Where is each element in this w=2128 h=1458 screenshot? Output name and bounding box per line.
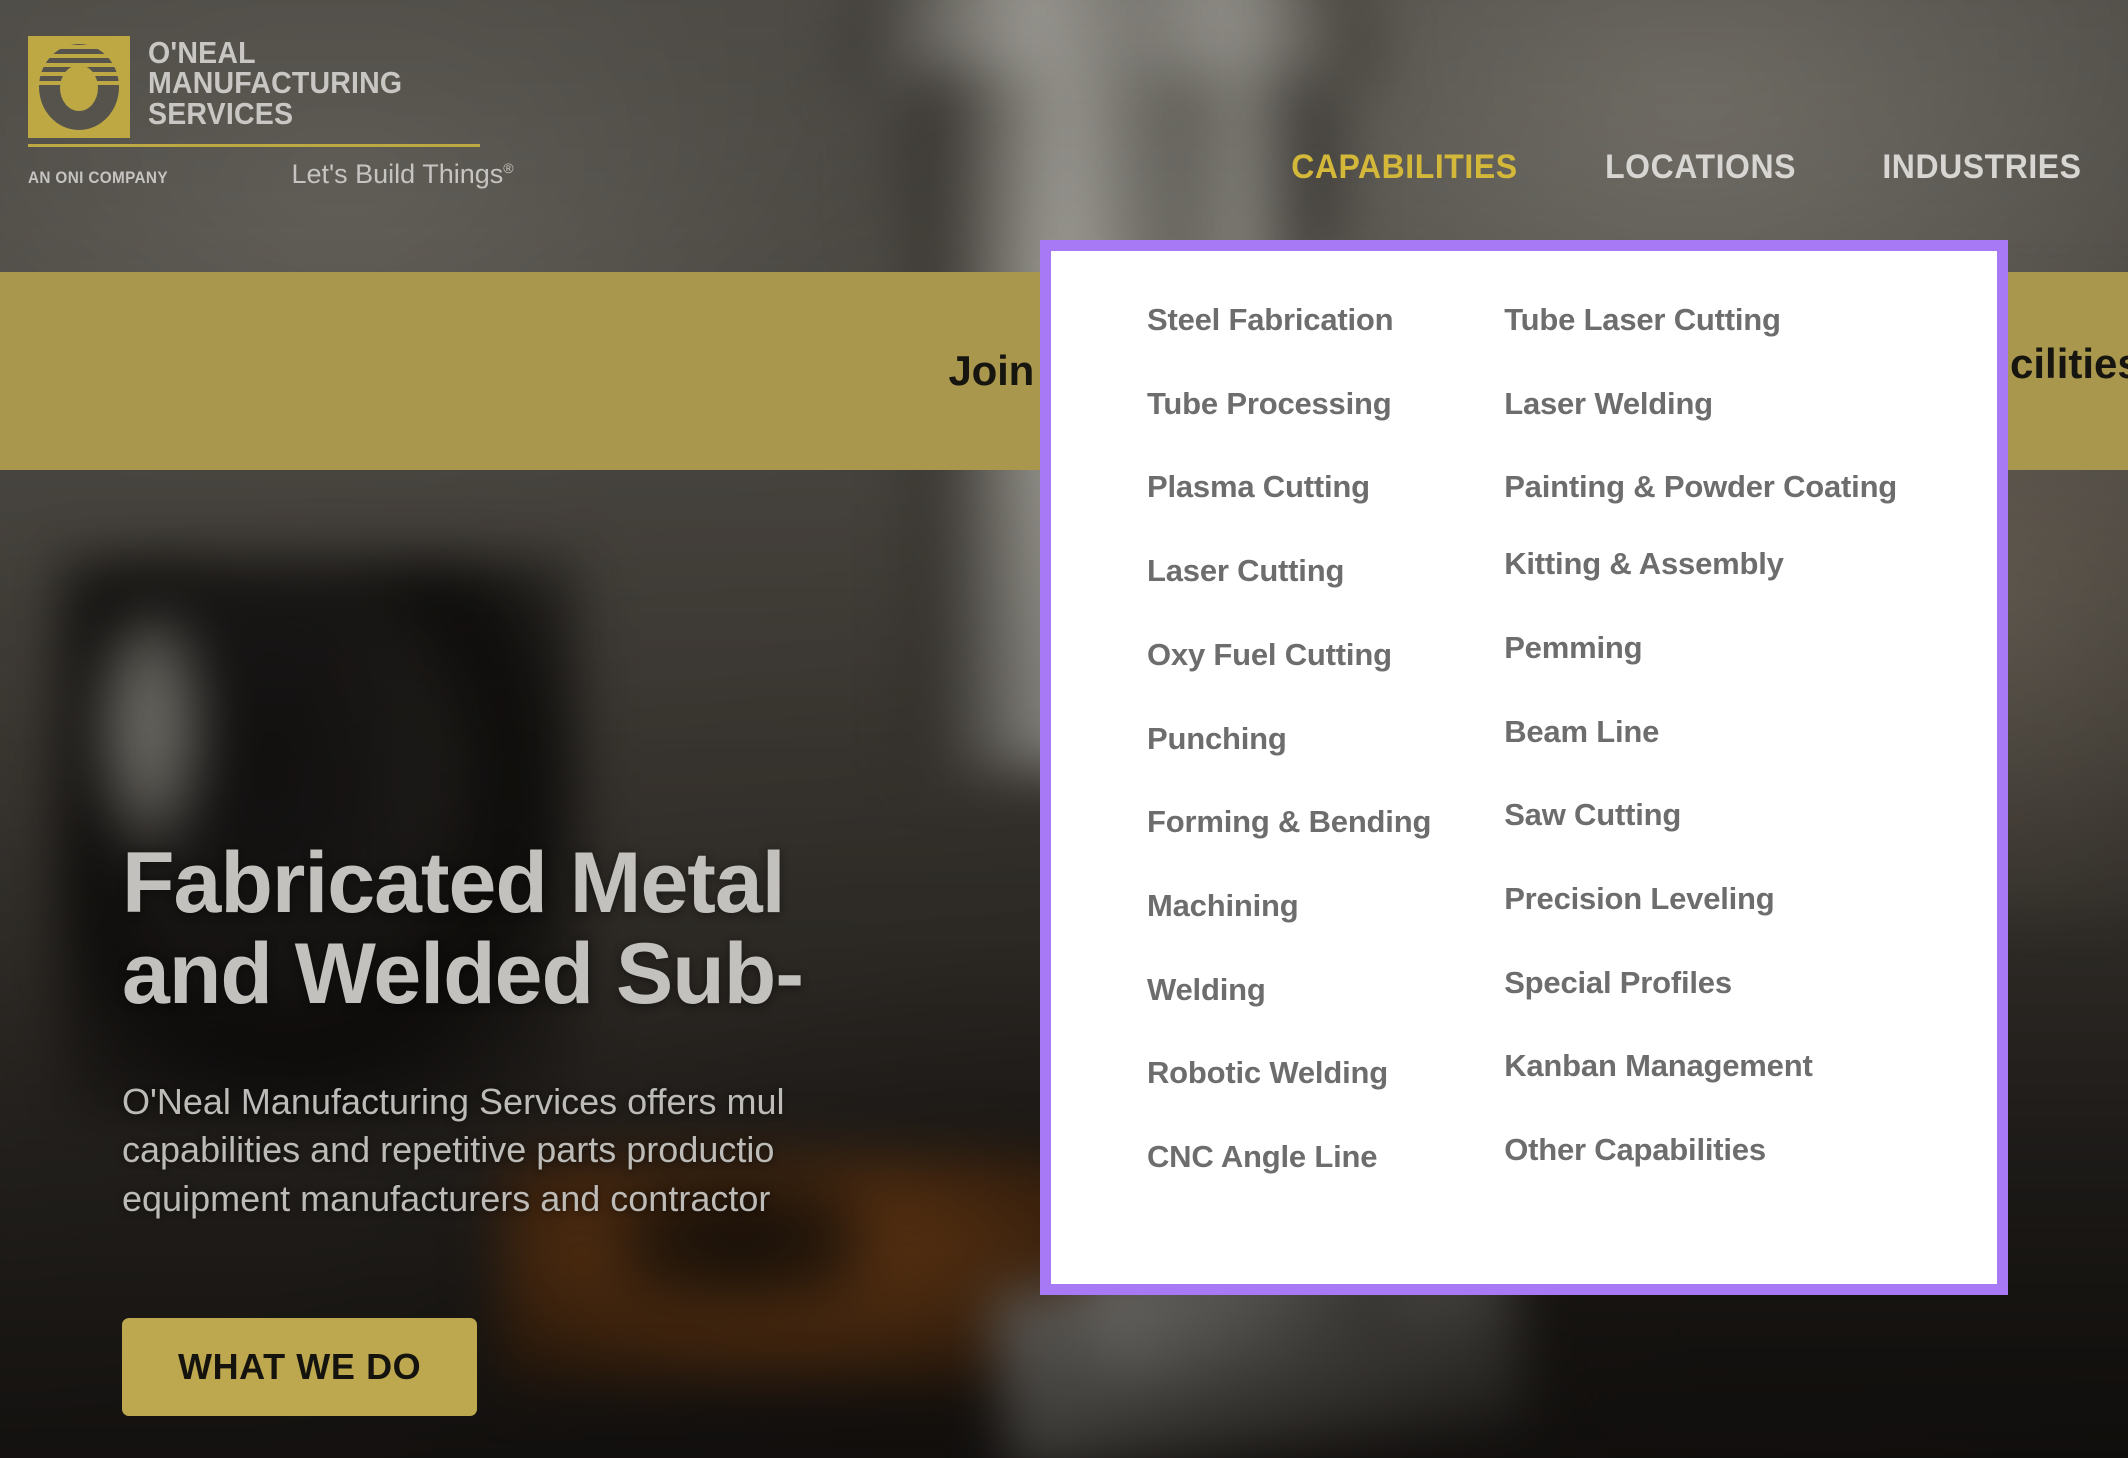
menu-item-laser-cutting[interactable]: Laser Cutting: [1147, 553, 1468, 589]
menu-item-machining[interactable]: Machining: [1147, 888, 1468, 924]
registered-mark: ®: [503, 160, 514, 176]
logo-line-1: O'NEAL: [148, 35, 256, 70]
menu-item-steel-fabrication[interactable]: Steel Fabrication: [1147, 302, 1468, 338]
logo-line-3: SERVICES: [148, 95, 294, 131]
dropdown-right-column: Tube Laser Cutting Laser Welding Paintin…: [1468, 302, 1997, 1284]
capabilities-dropdown-menu: Steel Fabrication Tube Processing Plasma…: [1040, 240, 2008, 1295]
oneal-o-logo-icon: [28, 36, 130, 138]
menu-item-tube-laser-cutting[interactable]: Tube Laser Cutting: [1504, 302, 1997, 338]
menu-item-cnc-angle-line[interactable]: CNC Angle Line: [1147, 1139, 1468, 1175]
logo-divider-rule: [28, 144, 480, 147]
site-header: O'NEAL MANUFACTURING SERVICES AN ONI COM…: [0, 0, 2128, 272]
menu-item-robotic-welding[interactable]: Robotic Welding: [1147, 1056, 1468, 1091]
nav-item-industries[interactable]: INDUSTRIES: [1882, 148, 2081, 187]
menu-item-beam-line[interactable]: Beam Line: [1504, 714, 1997, 750]
menu-item-precision-leveling[interactable]: Precision Leveling: [1504, 881, 1997, 917]
menu-item-punching[interactable]: Punching: [1147, 721, 1468, 757]
menu-item-welding[interactable]: Welding: [1147, 972, 1468, 1008]
nav-item-locations[interactable]: LOCATIONS: [1605, 148, 1796, 187]
menu-item-oxy-fuel-cutting[interactable]: Oxy Fuel Cutting: [1147, 637, 1468, 673]
menu-item-kitting-and-assembly[interactable]: Kitting & Assembly: [1504, 546, 1997, 582]
logo-stripes: [28, 36, 130, 89]
logo-wordmark: O'NEAL MANUFACTURING SERVICES: [148, 36, 402, 129]
tagline: Let's Build Things®: [291, 159, 513, 190]
menu-item-other-capabilities[interactable]: Other Capabilities: [1504, 1132, 1997, 1168]
menu-item-painting-and-powder-coating[interactable]: Painting & Powder Coating: [1504, 470, 1904, 505]
logo-line-2: MANUFACTURING: [148, 65, 403, 101]
menu-item-pemming[interactable]: Pemming: [1504, 630, 1997, 666]
tagline-text: Let's Build Things: [291, 159, 504, 189]
menu-item-saw-cutting[interactable]: Saw Cutting: [1504, 798, 1997, 833]
menu-item-forming-and-bending[interactable]: Forming & Bending: [1147, 805, 1468, 840]
announcement-text-right-fragment: cilities: [2010, 340, 2128, 387]
menu-item-special-profiles[interactable]: Special Profiles: [1504, 965, 1997, 1001]
menu-item-laser-welding[interactable]: Laser Welding: [1504, 386, 1997, 422]
menu-item-plasma-cutting[interactable]: Plasma Cutting: [1147, 470, 1468, 505]
what-we-do-button[interactable]: WHAT WE DO: [122, 1318, 478, 1417]
parent-company-label: AN ONI COMPANY: [28, 168, 168, 187]
main-navigation: CAPABILITIES LOCATIONS INDUSTRIES: [1284, 148, 2088, 187]
logo-footer-row: AN ONI COMPANY Let's Build Things®: [28, 159, 514, 190]
logo-row: O'NEAL MANUFACTURING SERVICES: [28, 36, 508, 138]
menu-item-kanban-management[interactable]: Kanban Management: [1504, 1049, 1997, 1084]
dropdown-left-column: Steel Fabrication Tube Processing Plasma…: [1051, 302, 1468, 1284]
site-logo[interactable]: O'NEAL MANUFACTURING SERVICES AN ONI COM…: [28, 36, 514, 190]
menu-item-tube-processing[interactable]: Tube Processing: [1147, 386, 1468, 422]
dropdown-columns: Steel Fabrication Tube Processing Plasma…: [1051, 251, 1997, 1284]
nav-item-capabilities[interactable]: CAPABILITIES: [1291, 148, 1517, 187]
